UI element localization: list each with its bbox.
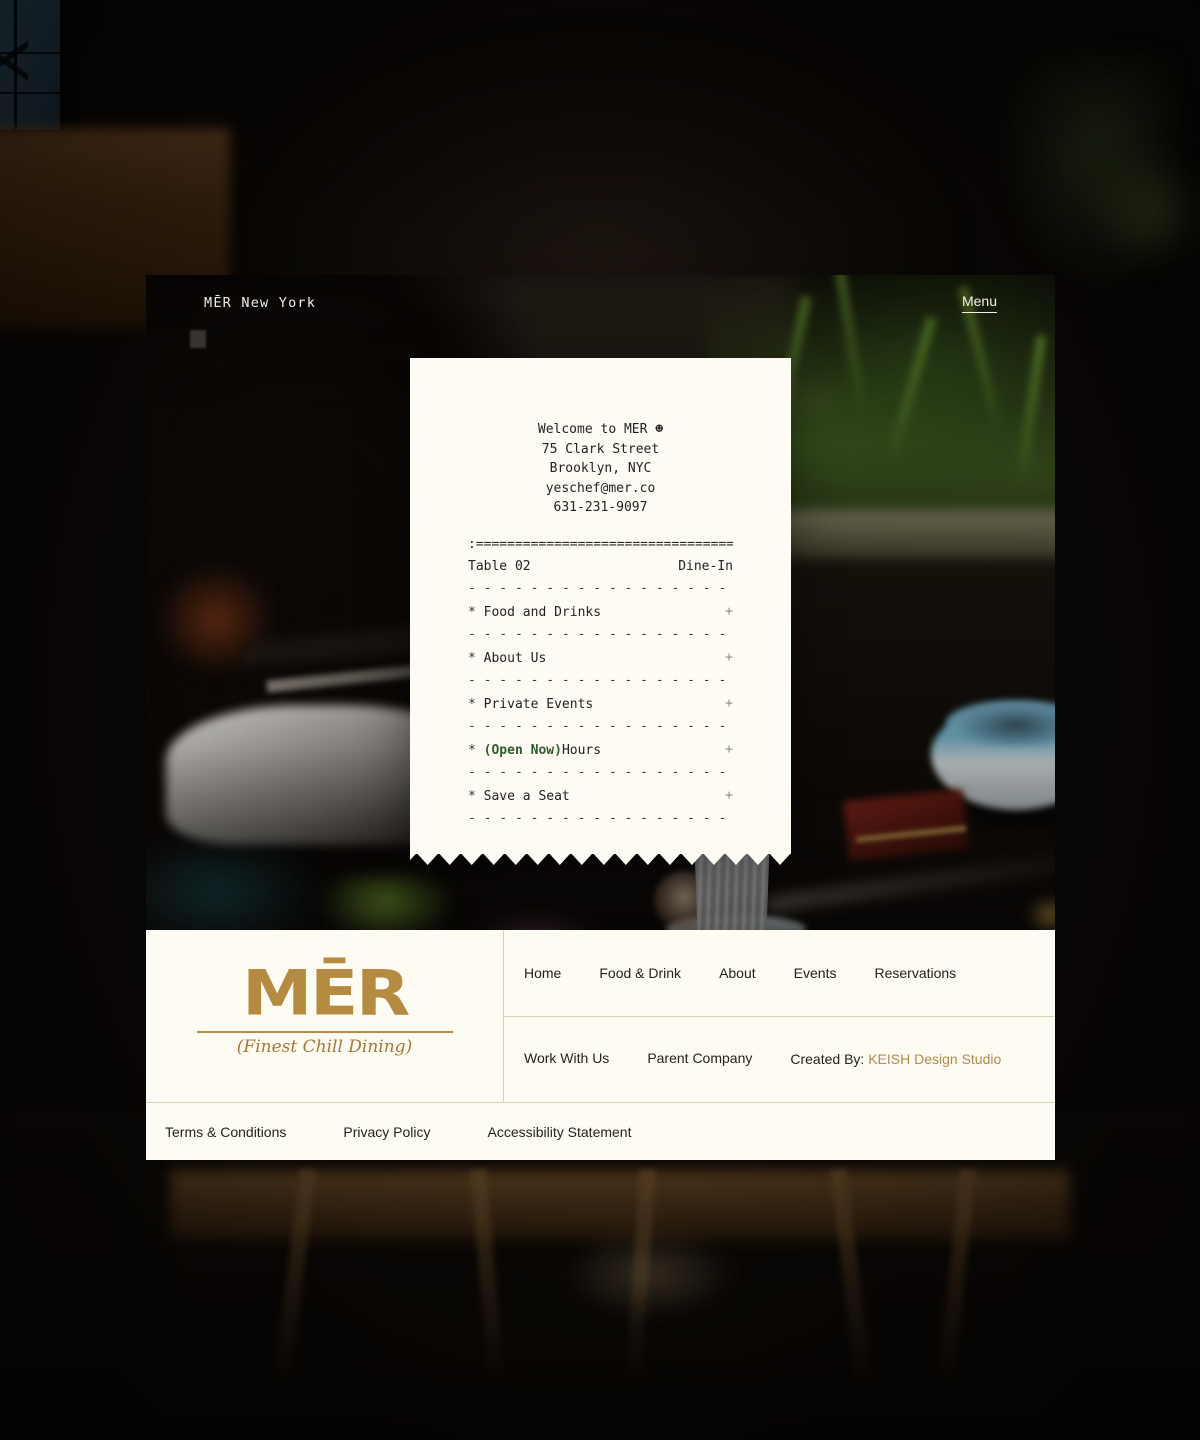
receipt-address-2: Brooklyn, NYC [549,461,652,477]
receipt-menu-item[interactable]: * Private Events + [468,688,733,720]
receipt-email[interactable]: yeschef@mer.co [410,479,791,499]
receipt-menu-item[interactable]: * About Us + [468,642,733,674]
footer-logo: MĒR (Finest Chill Dining) [196,961,453,1057]
receipt-rule-dashed: - - - - - - - - - - - - - - - - - - - - … [468,673,733,688]
receipt-bullet-icon: * [468,650,484,666]
footer-credit-studio-link[interactable]: KEISH Design Studio [868,1051,1001,1067]
receipt-menu-item-label: * (Open Now)Hours [468,743,601,758]
receipt-menu-item[interactable]: * (Open Now)Hours + [468,734,733,766]
receipt-service-label: Dine-In [678,558,733,574]
footer-legal-link[interactable]: Privacy Policy [343,1124,430,1140]
receipt-rule-dashed: - - - - - - - - - - - - - - - - - - - - … [468,765,733,780]
footer-legal-nav: Terms & Conditions Privacy Policy Accessib… [146,1102,1055,1160]
expand-plus-icon[interactable]: + [725,651,733,666]
receipt-menu-item[interactable]: * Save a Seat + [468,780,733,812]
receipt-bullet-icon: * [468,696,484,712]
receipt-rule-dashed: - - - - - - - - - - - - - - - - - - - - … [468,627,733,642]
footer-credit-prefix: Created By: [790,1051,865,1068]
footer-credit: Created By: KEISH Design Studio [790,1051,1001,1067]
footer-logo-wordmark: MĒR [241,956,410,1030]
receipt-bullet-icon: * [468,604,484,620]
receipt-menu-item-label: * About Us [468,651,546,666]
footer-nav-link[interactable]: Reservations [874,965,956,981]
receipt-inner: Welcome to MER ☻ 75 Clark Street Brookly… [410,420,791,854]
hero-top-bar: MĒR New York Menu [146,275,1055,331]
receipt-meta-row: Table 02 Dine-In [468,557,733,577]
receipt-rule-dashed: - - - - - - - - - - - - - - - - - - - - … [468,811,733,826]
receipt-menu-list: * Food and Drinks + - - - - - - - - - - - … [468,596,733,826]
receipt-menu-item-label: * Food and Drinks [468,605,601,620]
footer-nav-link[interactable]: About [719,965,756,981]
site-footer: MĒR (Finest Chill Dining) Home Food & Dri… [146,930,1055,1160]
footer-logo-rule [196,1031,453,1033]
footer-top: MĒR (Finest Chill Dining) Home Food & Dri… [146,930,1055,1102]
footer-logo-tagline: (Finest Chill Dining) [236,1036,413,1057]
receipt-card: Welcome to MER ☻ 75 Clark Street Brookly… [410,358,791,865]
footer-nav-link[interactable]: Home [524,965,561,981]
footer-logo-cell: MĒR (Finest Chill Dining) [146,930,504,1102]
receipt-table-label: Table 02 [468,558,531,574]
footer-secondary-links: Work With Us Parent Company [524,1050,790,1068]
expand-plus-icon[interactable]: + [725,697,733,712]
receipt-address-1: 75 Clark Street [541,441,660,457]
receipt-phone[interactable]: 631-231-9097 [410,498,791,518]
receipt-bullet-icon: * [468,742,484,758]
brand-wordmark[interactable]: MĒR New York [204,295,316,311]
receipt-welcome: Welcome to MER ☻ [537,422,664,437]
expand-plus-icon[interactable]: + [725,743,733,758]
status-badge: (Open Now) [483,742,562,758]
receipt-rule-double: :=================================: [468,537,733,552]
receipt-bullet-icon: * [468,788,484,804]
receipt-rule-dashed: - - - - - - - - - - - - - - - - - - - - … [468,719,733,734]
footer-nav-cell: Home Food & Drink About Events Reservations … [504,930,1055,1102]
footer-secondary-nav: Work With Us Parent Company Created By: K… [504,1017,1055,1103]
footer-nav-link[interactable]: Events [794,965,837,981]
receipt-menu-item-label: * Private Events [468,697,593,712]
receipt-menu-item-text: Save a Seat [483,788,570,804]
footer-nav-link[interactable]: Food & Drink [599,965,681,981]
footer-legal-link[interactable]: Accessibility Statement [488,1124,632,1140]
hero-section: MĒR New York Menu Welcome to MER ☻ 75 Cl… [146,275,1055,930]
receipt-menu-item-text: About Us [483,650,547,666]
menu-button[interactable]: Menu [961,293,997,313]
receipt-body: :=================================: Tabl… [468,538,733,826]
site-card: MĒR New York Menu Welcome to MER ☻ 75 Cl… [146,275,1055,1160]
receipt-menu-item-label: * Save a Seat [468,789,570,804]
receipt-header: Welcome to MER ☻ 75 Clark Street Brookly… [410,420,791,518]
expand-plus-icon[interactable]: + [725,605,733,620]
receipt-menu-item[interactable]: * Food and Drinks + [468,596,733,628]
receipt-menu-item-text: Private Events [483,696,594,712]
footer-legal-link[interactable]: Terms & Conditions [165,1124,286,1140]
footer-secondary-link[interactable]: Parent Company [647,1050,752,1066]
expand-plus-icon[interactable]: + [725,789,733,804]
receipt-rule-dashed: - - - - - - - - - - - - - - - - - - - - … [468,581,733,596]
footer-secondary-link[interactable]: Work With Us [524,1050,609,1066]
receipt-menu-item-text: Food and Drinks [483,604,602,620]
receipt-menu-item-text: Hours [561,742,602,758]
footer-primary-nav: Home Food & Drink About Events Reservations [504,930,1055,1017]
